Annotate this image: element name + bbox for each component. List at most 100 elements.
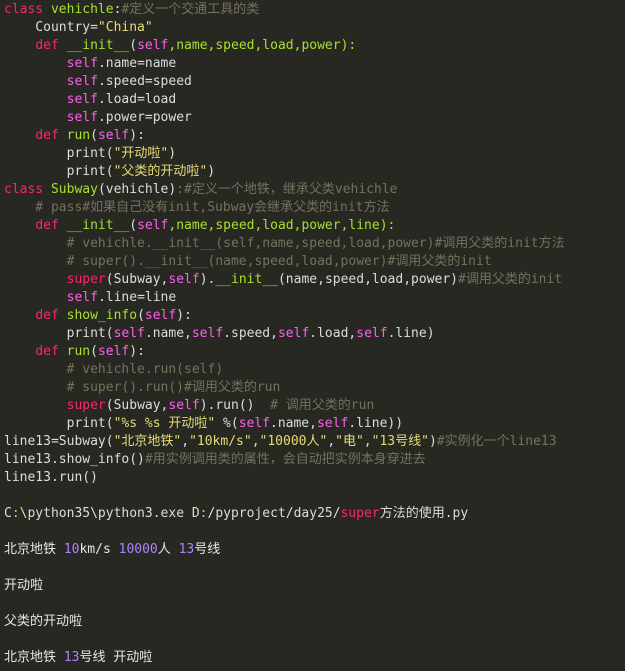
- code-token: (: [137, 308, 145, 323]
- code-token: #实例化一个line13: [436, 434, 557, 449]
- code-token: .line=line: [97, 290, 177, 305]
- code-token: "电": [335, 434, 364, 449]
- code-line: line13.run(): [4, 469, 98, 487]
- code-line: print(self.name,self.speed,self.load,sel…: [4, 325, 435, 343]
- code-token: print(: [4, 164, 114, 179]
- code-token: (: [90, 344, 98, 359]
- code-token: "13号线": [371, 434, 429, 449]
- code-token: self: [66, 290, 98, 305]
- code-token: # 调用父类的run: [270, 398, 375, 413]
- code-line: self.name=name: [4, 55, 177, 73]
- code-token: .line): [387, 326, 435, 341]
- code-token: "开动啦": [113, 146, 169, 161]
- code-token: ,: [251, 434, 260, 449]
- code-token: .load=load: [97, 92, 177, 107]
- code-line: # vehichle.run(self): [4, 361, 224, 379]
- code-token: ): [428, 434, 437, 449]
- code-line: self.line=line: [4, 289, 177, 307]
- code-token: 号线 开动啦: [79, 650, 153, 665]
- code-line: self.load=load: [4, 91, 177, 109]
- code-token: 人: [157, 542, 179, 557]
- code-token: "10000人": [259, 434, 328, 449]
- code-line: def show_info(self):: [4, 307, 192, 325]
- code-line: def run(self):: [4, 127, 145, 145]
- code-token: ,name,speed,load,power):: [168, 38, 357, 53]
- code-token: /pyproject/day25/: [207, 506, 341, 521]
- code-token: ,: [181, 434, 190, 449]
- code-token: print(: [4, 146, 114, 161]
- code-line: Country="China": [4, 19, 152, 37]
- code-token: .speed=speed: [97, 74, 192, 89]
- code-token: 北京地铁: [4, 650, 64, 665]
- code-token: print(: [4, 326, 114, 341]
- code-token: self: [277, 326, 310, 341]
- code-token: self: [66, 74, 98, 89]
- code-token: show_info: [58, 308, 138, 323]
- code-token: ).run(): [199, 398, 271, 413]
- code-view: class vehichle:#定义一个交通工具的类 Country="Chin…: [0, 0, 625, 671]
- code-line: self.power=power: [4, 109, 192, 127]
- code-line: def __init__(self,name,speed,load,power,…: [4, 217, 395, 235]
- code-token: .line)): [348, 416, 404, 431]
- code-token: #调用父类的init: [458, 272, 563, 287]
- code-token: 10000: [118, 542, 158, 557]
- code-token: (name,speed,load,power): [277, 272, 458, 287]
- code-token: ,name,speed,load,power,line):: [168, 218, 396, 233]
- code-line: # pass#如果自己没有init,Subway会继承父类的init方法: [4, 199, 389, 217]
- code-token: ):: [129, 344, 145, 359]
- code-token: \python35\python3.exe: [19, 506, 192, 521]
- code-token: # super().run()#调用父类的run: [4, 380, 281, 395]
- code-token: self: [66, 110, 98, 125]
- code-line: class Subway(vehichle):#定义一个地铁，继承父类vehic…: [4, 181, 398, 199]
- code-token: self: [316, 416, 349, 431]
- code-line: # vehichle.__init__(self,name,speed,load…: [4, 235, 565, 253]
- code-token: ).: [199, 272, 216, 287]
- code-token: __init__: [58, 218, 130, 233]
- code-token: super: [66, 398, 106, 413]
- code-token: "父类的开动啦": [113, 164, 208, 179]
- code-token: self: [356, 326, 388, 341]
- code-token: line13.show_info(): [4, 452, 145, 467]
- code-token: :: [11, 506, 20, 521]
- code-token: class: [4, 2, 44, 17]
- code-token: ,: [327, 434, 336, 449]
- code-token: ):: [176, 308, 192, 323]
- code-token: self: [137, 38, 169, 53]
- code-token: #定义一个交通工具的类: [121, 2, 260, 17]
- code-token: run: [58, 128, 91, 143]
- code-token: "10km/s": [189, 434, 252, 449]
- output-line: 开动啦: [4, 577, 43, 595]
- code-token: (Subway,: [105, 398, 169, 413]
- code-line: def run(self):: [4, 343, 145, 361]
- output-line: 北京地铁 10km/s 10000人 13号线: [4, 541, 220, 559]
- code-token: .name=name: [97, 56, 177, 71]
- code-token: self: [66, 92, 98, 107]
- code-token: 父类的开动啦: [4, 614, 83, 629]
- code-token: __init__: [58, 38, 130, 53]
- code-line: # super().__init__(name,speed,load,power…: [4, 253, 492, 271]
- code-token: def: [35, 218, 59, 233]
- code-token: "%s %s 开动啦": [113, 416, 216, 431]
- code-token: self: [238, 416, 270, 431]
- code-token: class: [4, 182, 44, 197]
- code-token: 10: [63, 542, 80, 557]
- code-token: # vehichle.run(self): [4, 362, 224, 377]
- code-token: C: [4, 506, 12, 521]
- code-token: :: [199, 506, 208, 521]
- code-token: self: [97, 128, 130, 143]
- code-token: __init__: [215, 272, 278, 287]
- output-line: 父类的开动啦: [4, 613, 82, 631]
- code-token: D: [191, 506, 200, 521]
- code-token: line13=Subway(: [4, 434, 114, 449]
- code-token: .name,: [144, 326, 192, 341]
- code-line: print("开动啦"): [4, 145, 176, 163]
- code-token: (vehichle): [97, 182, 177, 197]
